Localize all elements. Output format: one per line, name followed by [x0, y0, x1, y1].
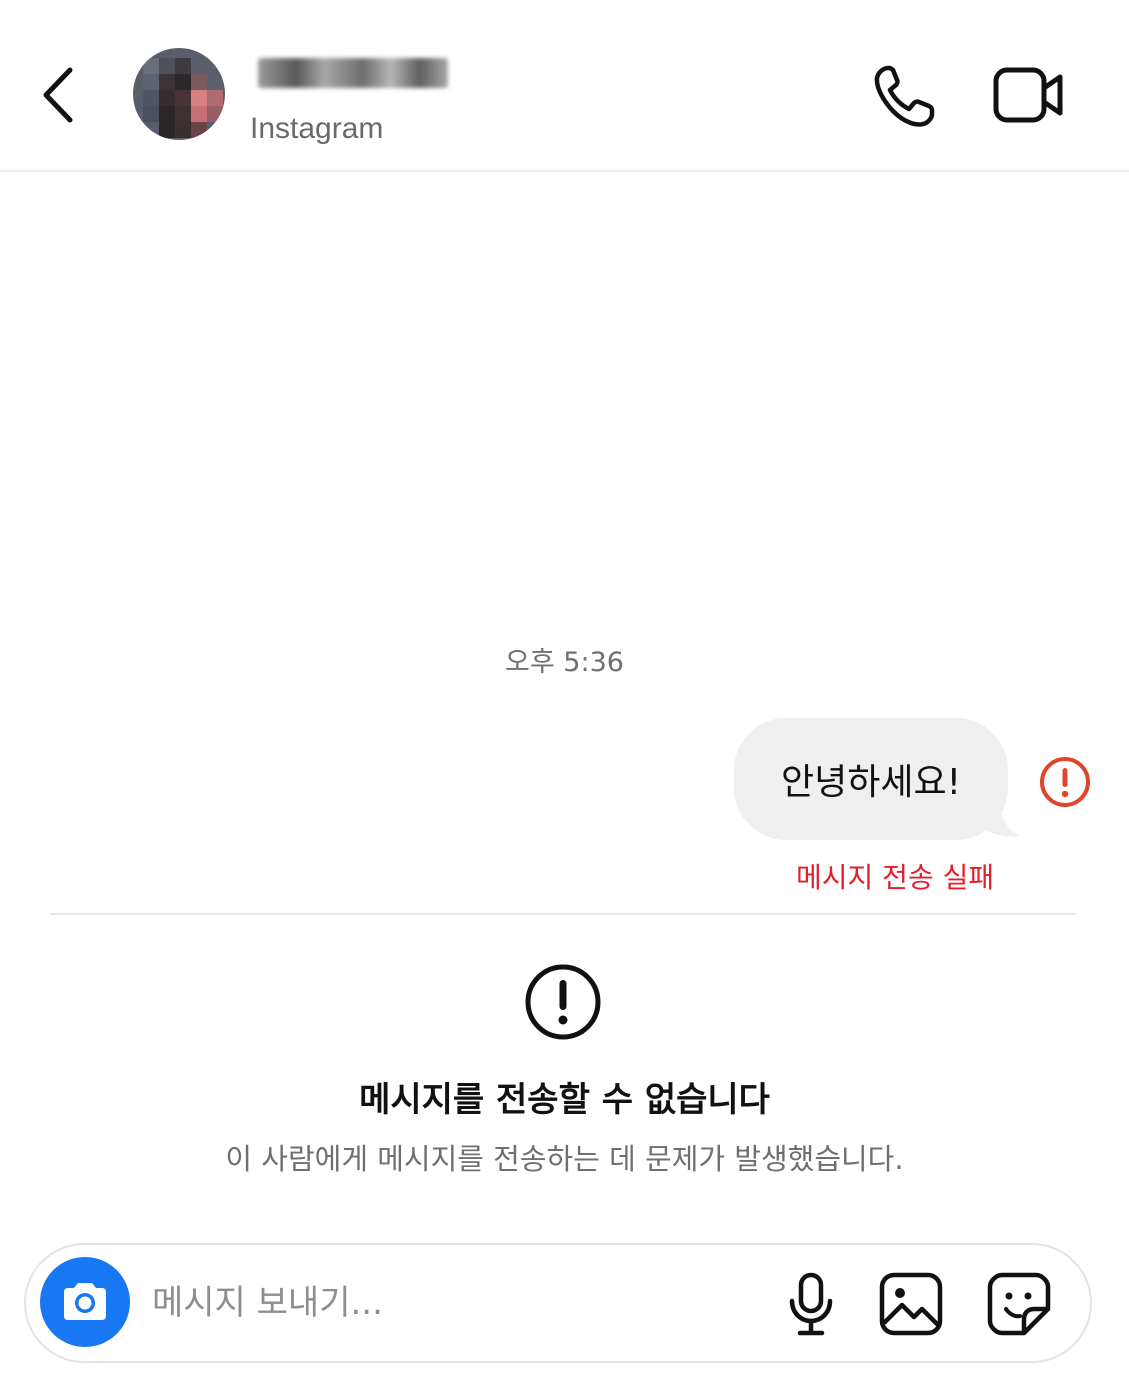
gallery-icon	[879, 1272, 943, 1336]
divider	[50, 913, 1076, 915]
chat-header: Instagram	[0, 0, 1129, 172]
message-text: 안녕하세요!	[780, 762, 962, 803]
audio-call-button[interactable]	[868, 62, 938, 128]
video-call-button[interactable]	[992, 64, 1066, 126]
microphone-icon	[789, 1272, 833, 1336]
alert-circle-icon	[1040, 757, 1090, 807]
back-button[interactable]	[28, 60, 88, 130]
sticker-button[interactable]	[986, 1271, 1052, 1337]
avatar[interactable]	[133, 48, 225, 140]
notice-alert	[523, 962, 603, 1042]
voice-message-button[interactable]	[786, 1271, 836, 1337]
sent-message[interactable]: 안녕하세요!	[734, 718, 1024, 842]
sticker-icon	[987, 1272, 1051, 1336]
video-camera-icon	[993, 67, 1063, 123]
message-timestamp: 오후 5:36	[505, 647, 624, 678]
header-subtitle: Instagram	[250, 112, 384, 145]
send-failed-label: 메시지 전송 실패	[796, 861, 995, 894]
camera-icon	[64, 1283, 106, 1320]
gallery-button[interactable]	[878, 1271, 944, 1337]
message-bubble[interactable]: 안녕하세요!	[734, 718, 1008, 840]
send-failed-retry-button[interactable]	[1038, 755, 1092, 809]
notice-title: 메시지를 전송할 수 없습니다	[359, 1080, 770, 1120]
message-input[interactable]	[150, 1271, 754, 1335]
phone-icon	[874, 65, 935, 127]
username-redacted	[258, 58, 448, 88]
camera-button[interactable]	[40, 1257, 130, 1347]
chevron-left-icon	[43, 67, 73, 123]
notice-body: 이 사람에게 메시지를 전송하는 데 문제가 발생했습니다.	[225, 1142, 904, 1176]
bubble-tail	[974, 814, 1020, 837]
alert-circle-icon	[525, 964, 601, 1040]
message-composer	[24, 1243, 1092, 1363]
